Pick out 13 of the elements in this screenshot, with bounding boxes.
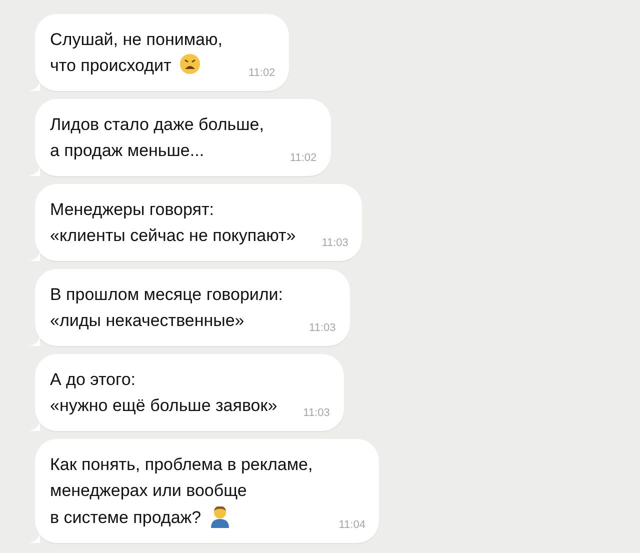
message-time: 11:04 — [338, 518, 366, 532]
message-text: Как понять, проблема в рекламе, менеджерах или вообще в системе продаж? — [50, 454, 313, 530]
person-icon — [209, 504, 232, 528]
message-text: Слушай, не понимаю, что происходит — [50, 29, 222, 77]
message-text: В прошлом месяце говорили: «лиды некачественные» — [50, 284, 284, 332]
message-text: А до этого: «нужно ещё больше заявок» — [50, 369, 278, 417]
message-text: Менеджеры говорят: «клиенты сейчас не покупают» — [50, 199, 296, 247]
message-time: 11:03 — [303, 406, 330, 420]
message-time: 11:03 — [309, 320, 336, 336]
message-text: Лидов стало даже больше, а продаж меньше... — [50, 114, 264, 162]
message-time: 11:03 — [322, 236, 348, 250]
message-time: 11:02 — [248, 66, 276, 80]
message-time: 11:02 — [290, 150, 317, 166]
